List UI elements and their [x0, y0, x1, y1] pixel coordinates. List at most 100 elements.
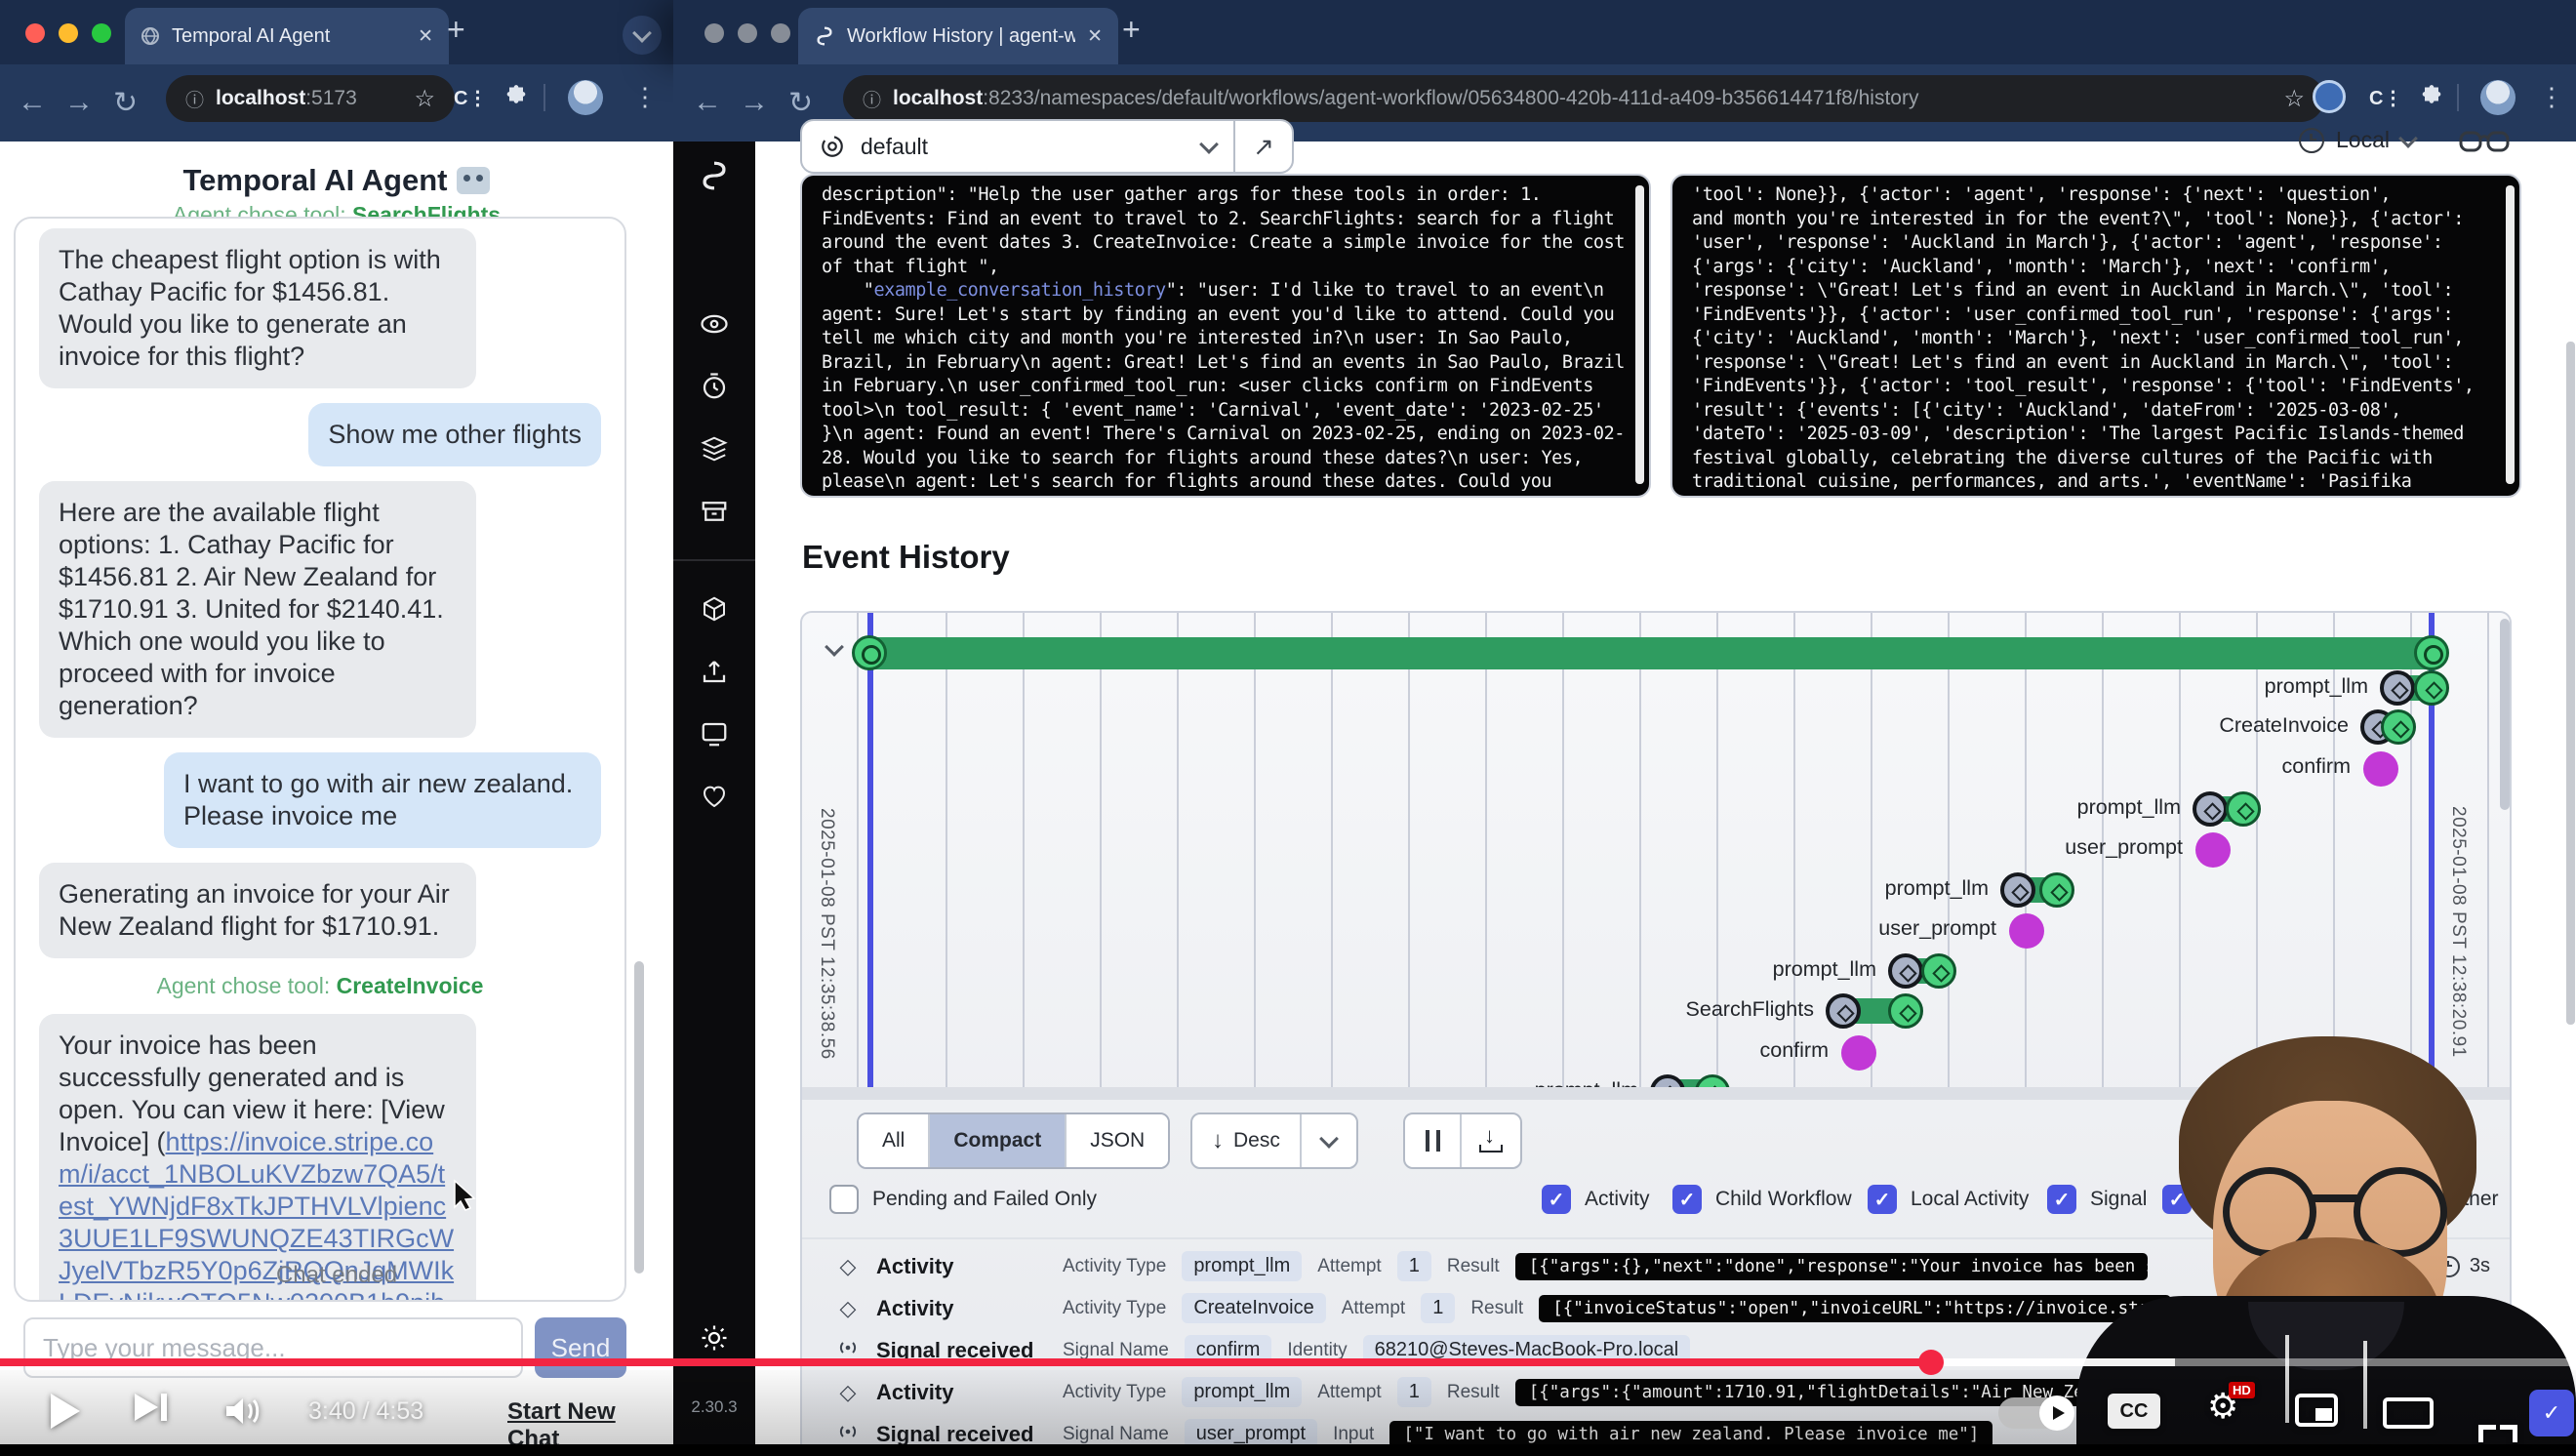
filter-activity[interactable]: ✓Activity	[1542, 1185, 1650, 1214]
batch-operations-icon[interactable]	[700, 434, 729, 464]
close-window-button[interactable]	[704, 23, 724, 43]
extension-c-icon[interactable]: C⋮	[454, 86, 487, 110]
pause-button[interactable]	[1405, 1114, 1462, 1167]
activity-scheduled-marker[interactable]	[1650, 1074, 1685, 1087]
namespace-select[interactable]: default	[802, 134, 1233, 160]
miniplayer-button[interactable]	[2295, 1394, 2338, 1427]
activity-completed-marker[interactable]	[2226, 791, 2261, 827]
pending-failed-filter[interactable]: Pending and Failed Only	[829, 1185, 1097, 1214]
message-input[interactable]	[23, 1317, 523, 1378]
next-button[interactable]	[135, 1394, 167, 1421]
zoom-window-button[interactable]	[92, 23, 111, 43]
forward-button[interactable]: →	[740, 86, 769, 119]
code-scrollbar[interactable]	[2506, 185, 2515, 484]
activity-scheduled-marker[interactable]	[2193, 791, 2228, 827]
theater-mode-button[interactable]	[2383, 1397, 2434, 1429]
site-info-icon[interactable]: ⓘ	[863, 86, 881, 112]
workflows-icon[interactable]	[700, 309, 729, 339]
tab-close-icon[interactable]: ✕	[1087, 25, 1103, 48]
workflow-execution-bar[interactable]	[869, 637, 2432, 669]
signal-marker[interactable]	[2363, 751, 2398, 787]
reader-glasses-icon[interactable]	[2459, 125, 2510, 158]
open-namespace-button[interactable]: ↗	[1233, 121, 1292, 172]
extensions-puzzle-icon[interactable]	[503, 84, 530, 111]
view-tab-json[interactable]: JSON	[1067, 1114, 1168, 1167]
close-window-button[interactable]	[25, 23, 45, 43]
workflow-start-marker[interactable]	[852, 635, 887, 670]
page-scrollbar[interactable]	[2566, 342, 2575, 1025]
scroll-to-top-button[interactable]: ✓	[2529, 1390, 2574, 1436]
activity-scheduled-marker[interactable]	[1888, 953, 1923, 989]
settings-button[interactable]: ⚙HD	[2207, 1386, 2238, 1427]
tab-temporal-ai-agent[interactable]: Temporal AI Agent ✕	[125, 8, 449, 64]
left-url-bar[interactable]: ⓘ localhost:5173 ☆	[166, 75, 455, 122]
checkbox-checked[interactable]: ✓	[1868, 1185, 1897, 1214]
download-history-button[interactable]	[1462, 1114, 1520, 1167]
history-code-panel[interactable]: 'tool': None}}, {'actor': 'agent', 'resp…	[1670, 174, 2521, 498]
right-traffic-lights[interactable]	[704, 23, 790, 43]
reload-button[interactable]: ↻	[788, 86, 813, 120]
minimize-window-button[interactable]	[738, 23, 757, 43]
video-progress-remaining[interactable]	[2175, 1358, 2576, 1366]
activity-completed-marker[interactable]	[2039, 872, 2074, 908]
workflow-end-marker[interactable]	[2414, 635, 2449, 670]
new-tab-button[interactable]: +	[1122, 12, 1141, 48]
site-info-icon[interactable]: ⓘ	[185, 86, 204, 112]
back-button[interactable]: ←	[18, 86, 47, 119]
left-traffic-lights[interactable]	[25, 23, 111, 43]
code-scrollbar[interactable]	[1635, 185, 1644, 484]
temporal-logo-icon[interactable]	[698, 159, 731, 192]
right-url-bar[interactable]: ⓘ localhost:8233/namespaces/default/work…	[843, 75, 2324, 122]
activity-completed-marker[interactable]	[2414, 670, 2449, 706]
chat-scrollbar[interactable]	[634, 961, 644, 1274]
back-button[interactable]: ←	[693, 86, 722, 119]
signal-marker[interactable]	[2195, 832, 2231, 868]
checkbox-checked[interactable]: ✓	[1542, 1185, 1571, 1214]
activity-completed-marker[interactable]	[2381, 709, 2416, 745]
support-heart-icon[interactable]	[700, 782, 729, 811]
tab-workflow-history[interactable]: Workflow History | agent-wor ✕	[798, 8, 1118, 64]
profile-avatar[interactable]	[568, 80, 603, 115]
video-progress-played[interactable]	[0, 1358, 1931, 1366]
zoom-window-button[interactable]	[771, 23, 790, 43]
autoplay-toggle[interactable]	[1998, 1397, 2074, 1429]
archival-icon[interactable]	[700, 497, 729, 526]
play-button[interactable]	[51, 1394, 80, 1429]
extensions-puzzle-icon[interactable]	[2418, 84, 2445, 111]
activity-scheduled-marker[interactable]	[1826, 993, 1861, 1029]
codec-server-icon[interactable]	[700, 594, 729, 624]
event-timeline-chart[interactable]: 2025-01-08 PST 12:35:38.56 2025-01-08 PS…	[802, 613, 2510, 1087]
browser-menu-icon[interactable]: ⋮	[632, 82, 659, 112]
signal-marker[interactable]	[2009, 913, 2044, 949]
tab-search-button[interactable]	[623, 16, 662, 55]
schedules-icon[interactable]	[700, 372, 729, 401]
browser-menu-icon[interactable]: ⋮	[2539, 82, 2565, 112]
extension-c-icon[interactable]: C⋮	[2369, 86, 2402, 110]
activity-scheduled-marker[interactable]	[2380, 670, 2415, 706]
bookmark-star-icon[interactable]: ☆	[2283, 85, 2305, 113]
view-tab-compact[interactable]: Compact	[930, 1114, 1067, 1167]
bookmark-star-icon[interactable]: ☆	[414, 85, 435, 113]
filter-local-activity[interactable]: ✓Local Activity	[1868, 1185, 2029, 1214]
send-button[interactable]: Send	[535, 1317, 626, 1378]
reload-button[interactable]: ↻	[113, 86, 138, 120]
profile-avatar[interactable]	[2480, 80, 2516, 115]
forward-button[interactable]: →	[64, 86, 94, 119]
checkbox-unchecked[interactable]	[829, 1185, 859, 1214]
checkbox-checked[interactable]: ✓	[1672, 1185, 1702, 1214]
tab-close-icon[interactable]: ✕	[418, 25, 433, 48]
activity-scheduled-marker[interactable]	[2000, 872, 2035, 908]
captions-button[interactable]: CC	[2108, 1394, 2160, 1429]
filter-child-workflow[interactable]: ✓Child Workflow	[1672, 1185, 1852, 1214]
expand-workflow-chevron-icon[interactable]	[825, 637, 844, 657]
prompt-code-panel[interactable]: description": "Help the user gather args…	[800, 174, 1651, 498]
signal-marker[interactable]	[1841, 1035, 1876, 1071]
import-icon[interactable]	[700, 657, 729, 686]
video-progress-handle[interactable]	[1918, 1350, 1944, 1375]
chart-scrollbar[interactable]	[2500, 619, 2510, 810]
activity-completed-marker[interactable]	[1888, 993, 1923, 1029]
activity-completed-marker[interactable]	[1695, 1074, 1730, 1087]
sort-desc-button[interactable]: ↓Desc	[1192, 1114, 1300, 1167]
timezone-select[interactable]: Local	[2299, 127, 2415, 153]
video-progress-buffered[interactable]	[1931, 1358, 2175, 1366]
